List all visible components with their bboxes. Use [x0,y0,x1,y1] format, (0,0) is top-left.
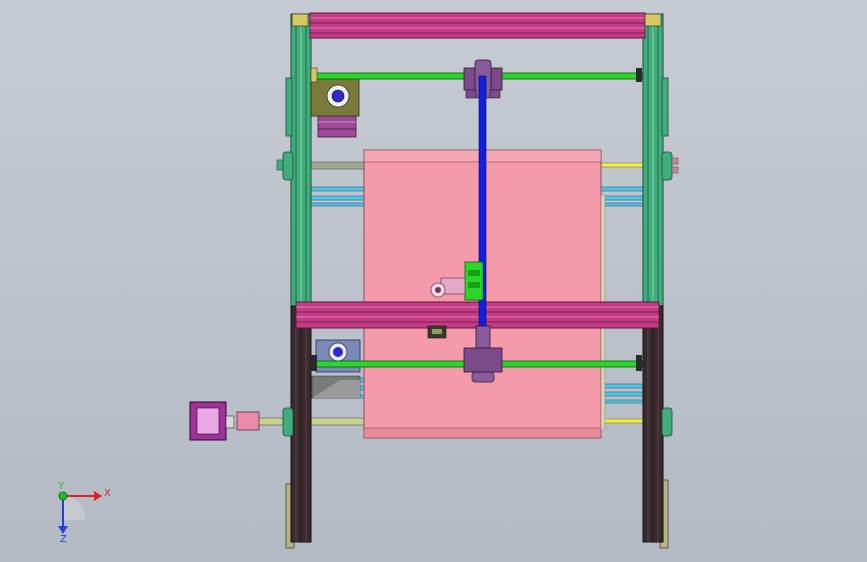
triad-y-axis [58,491,68,501]
top-cross-rail [309,12,646,39]
cad-viewport[interactable]: X Y Z [0,0,867,562]
top-left-corner-bracket [291,13,309,27]
left-side-bracket-top [285,77,293,137]
knob-left-upper [276,151,294,181]
left-frame-post [290,13,312,543]
knob-left-lower [282,407,294,437]
cad-model-drawing[interactable]: X Y Z [0,0,867,562]
bottom-rod-end-right [636,355,642,371]
bottom-rod-end-left [311,355,317,371]
y-stepper-motor [189,401,260,441]
top-right-corner-bracket [644,13,662,27]
triad-z-label: Z [60,534,67,545]
triad-z-arrow [58,526,68,534]
right-side-bracket-top [661,77,669,137]
x-stepper-motor-top [310,73,360,138]
top-rod-end-right [636,68,642,82]
triad-x-label: X [104,488,111,499]
yellow-rod-upper-right [599,162,646,168]
knob-right-lower [661,407,673,437]
coordinate-triad: X Y Z [57,481,111,545]
yellow-rod-lower-right [599,418,646,424]
x-stepper-motor-bottom [311,339,361,399]
knob-right-upper [661,151,679,181]
top-rod-end-left [310,67,318,83]
triad-y-label: Y [57,481,65,492]
triad-x-arrow [94,491,102,501]
y-drive-belt [478,75,487,367]
middle-cross-rail [295,301,660,329]
right-frame-post [642,13,664,543]
